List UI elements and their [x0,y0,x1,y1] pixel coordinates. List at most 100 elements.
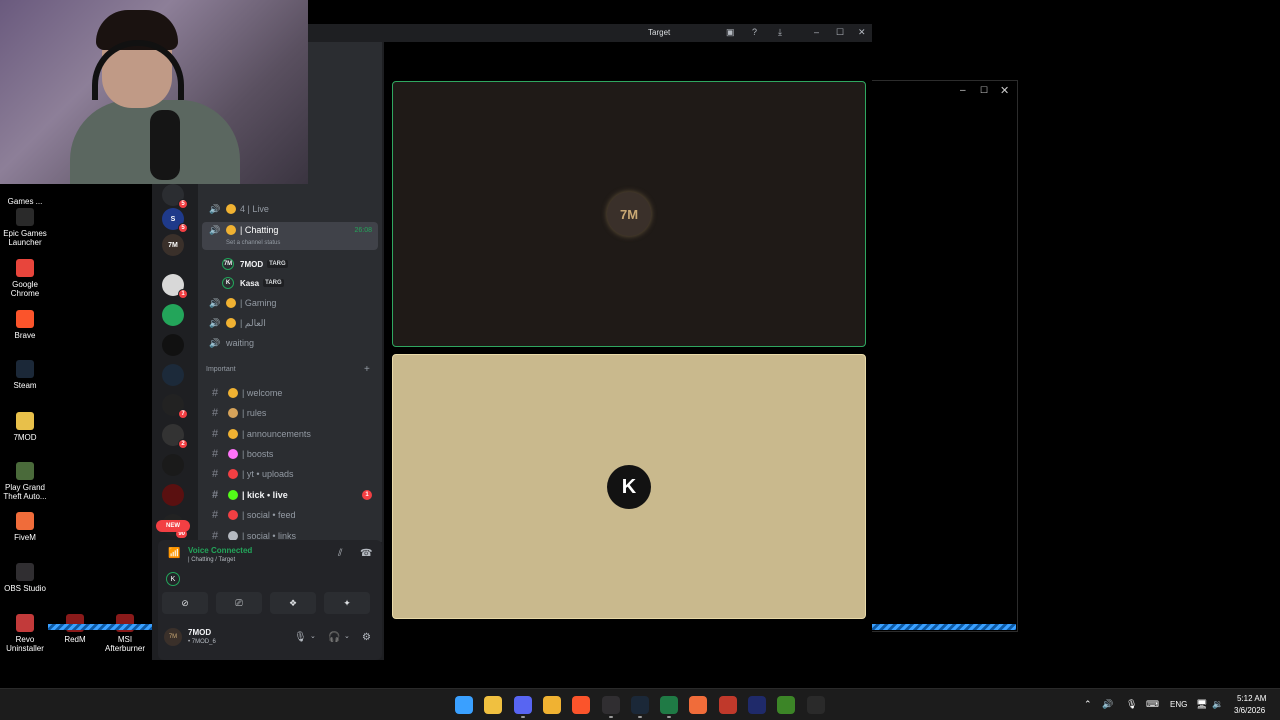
new-pill[interactable]: NEW [156,520,190,532]
microphone-icon[interactable]: 🎙 [1126,699,1137,710]
file-explorer-icon[interactable] [484,696,503,714]
voice-channel[interactable]: 🔊 | Gaming [202,294,378,312]
close-icon[interactable]: ✕ [858,27,866,38]
speaking-user-avatar[interactable]: K [166,572,180,586]
activities-button[interactable]: ❖ [270,592,316,614]
server-icon[interactable]: 7 [162,394,188,419]
voice-channel[interactable]: 🔊 | Chatting 26:08 Set a channel status [202,222,378,250]
text-channel[interactable]: # | kick • live 1 [202,486,378,504]
server-icon[interactable] [162,334,184,356]
language-indicator[interactable]: ENG [1170,700,1187,709]
brave-icon[interactable] [572,696,591,714]
steam-icon[interactable] [630,696,649,714]
text-channel[interactable]: # | rules [202,404,378,422]
text-channel[interactable]: # | social • feed [202,506,378,524]
clock-date[interactable]: 3/6/2026 [1234,706,1265,715]
category-header[interactable]: Important [206,366,236,373]
voice-channel[interactable]: 🔊 | العالم [202,314,378,332]
disconnect-icon[interactable]: ☎ [360,548,372,559]
desktop-icon[interactable]: Google Chrome [0,259,50,298]
network-icon[interactable]: 🖥 [1196,699,1207,710]
desktop-icon[interactable]: FiveM [0,512,50,542]
speaker-icon[interactable]: 🔉 [1212,699,1223,710]
obs-icon[interactable] [601,696,620,714]
voice-member[interactable]: K Kasa TARG [222,275,284,291]
desktop-icon[interactable]: OBS Studio [0,563,50,593]
windows-start-icon[interactable] [455,696,473,714]
fivem-icon[interactable] [689,696,708,714]
server-icon[interactable] [162,484,184,506]
server-icon[interactable]: 7M [162,234,184,256]
title-bar: Target ▣ ? ⤓ – ☐ ✕ [308,24,872,42]
spreadsheet-icon[interactable] [660,696,679,714]
clock-time[interactable]: 5:12 AM [1237,694,1266,703]
text-channel[interactable]: # | boosts [202,445,378,463]
user-status: • 7MOD_6 [188,639,216,645]
member-avatar: K [222,277,234,289]
add-channel-icon[interactable]: + [364,364,370,375]
server-icon[interactable]: 1 [162,274,188,299]
user-avatar[interactable]: 7M [164,628,182,646]
download-icon[interactable]: ⤓ [778,27,782,38]
channel-name: | announcements [242,429,311,439]
chat-app-icon[interactable] [542,696,561,714]
revo-icon [16,614,34,632]
chevron-down-icon[interactable]: ⌄ [344,632,350,640]
chevron-down-icon[interactable]: ⌄ [310,632,316,640]
circle-app-icon[interactable] [748,696,766,714]
server-icon[interactable] [162,364,184,386]
minecraft-icon[interactable] [777,696,796,714]
server-icon[interactable]: 5 [162,184,188,209]
desktop-icon[interactable]: 7MOD [0,412,50,442]
voice-channel[interactable]: 🔊 waiting [202,334,378,352]
minimize-icon[interactable]: – [814,27,819,37]
desktop-icon[interactable]: Revo Uninstaller [0,614,50,653]
minimize-icon[interactable]: – [960,85,966,96]
member-name: 7MOD [240,259,264,269]
red-app-icon[interactable] [718,696,737,714]
close-icon[interactable]: ✕ [1000,84,1009,97]
maximize-icon[interactable]: ☐ [980,85,988,96]
help-icon[interactable]: ? [752,27,757,37]
voice-channel-path[interactable]: | Chatting / Target [188,557,235,563]
server-icon-label: 7M [168,241,178,249]
inbox-icon[interactable]: ▣ [726,27,735,38]
volume-icon[interactable]: 🔊 [1102,699,1113,710]
keyboard-icon[interactable]: ⌨ [1146,699,1159,710]
noise-suppression-icon[interactable]: ⫽ [338,548,342,559]
maximize-icon[interactable]: ☐ [836,27,844,38]
server-icon[interactable] [162,454,184,476]
signal-icon[interactable]: 📶 [168,548,180,559]
desktop-icon[interactable]: Brave [0,310,50,340]
server-icon[interactable]: S5 [162,208,188,233]
desktop-icon[interactable]: Steam [0,360,50,390]
settings-gear-icon[interactable]: ⚙ [362,632,371,643]
obs-icon [16,563,34,581]
channel-name: | العالم [240,317,266,328]
soundboard-button[interactable]: ✦ [324,592,370,614]
channel-status-prompt[interactable]: Set a channel status [226,240,280,246]
epic-games-icon[interactable] [806,696,825,714]
user-name[interactable]: 7MOD [188,628,211,637]
discord-icon[interactable] [513,696,532,714]
desktop-icon[interactable]: Epic Games Launcher [0,208,50,247]
background-window[interactable]: – ☐ ✕ [872,80,1018,632]
text-channel[interactable]: # | yt • uploads [202,465,378,483]
server-icon[interactable]: 2 [162,424,188,449]
headphones-icon[interactable]: 🎧 [328,632,340,643]
chevron-up-icon[interactable]: ⌃ [1084,699,1092,710]
desktop-icon[interactable]: MSI Afterburner [100,614,150,653]
text-channel[interactable]: # | welcome [202,384,378,402]
voice-status[interactable]: Voice Connected [188,546,252,555]
brave-icon [16,310,34,328]
text-channel[interactable]: # | announcements [202,425,378,443]
camera-button[interactable]: ⊘ [162,592,208,614]
video-tile[interactable]: 7M [392,81,866,347]
voice-channel[interactable]: 🔊 4 | Live [202,200,378,218]
screen-share-button[interactable]: ⎚ [216,592,262,614]
desktop-icon[interactable]: Play Grand Theft Auto... [0,462,50,501]
microphone-icon[interactable]: 🎙 [294,632,307,643]
voice-member[interactable]: 7M 7MOD TARG [222,256,288,272]
video-tile[interactable]: K [392,354,866,619]
server-icon[interactable] [162,304,184,326]
